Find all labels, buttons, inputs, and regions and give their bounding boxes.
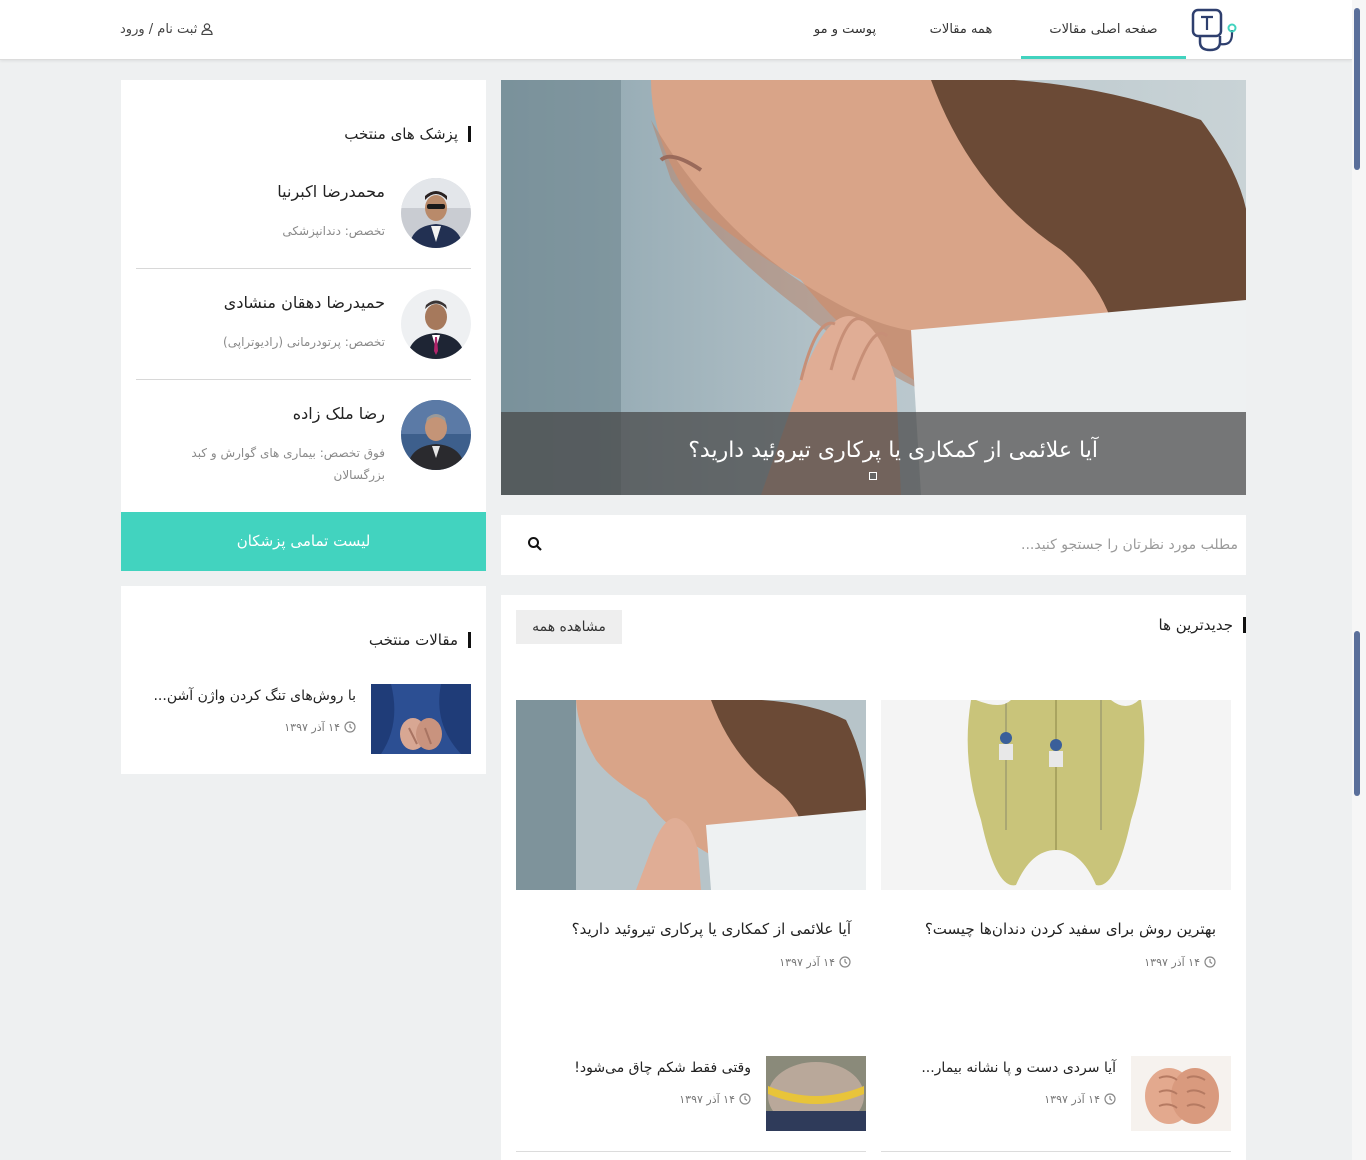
clock-icon	[739, 1093, 751, 1105]
featured-article-title[interactable]: با روش‌های تنگ کردن واژن آشن...	[153, 688, 356, 704]
user-icon	[201, 23, 213, 36]
stethoscope-logo-icon[interactable]	[1188, 6, 1240, 54]
all-doctors-button[interactable]: لیست تمامی پزشکان	[121, 512, 486, 571]
see-all-button[interactable]: مشاهده همه	[516, 610, 622, 644]
divider	[136, 379, 471, 380]
latest-title: جدیدترین ها	[1159, 617, 1246, 633]
doctor-item[interactable]: حمیدرضا دهقان منشادی تخصص: پرتودرمانی (ر…	[136, 289, 471, 359]
article-date: ۱۴ آذر ۱۳۹۷	[779, 956, 851, 969]
doctor-name[interactable]: محمدرضا اکبرنیا	[277, 182, 385, 201]
article-title[interactable]: بهترین روش برای سفید کردن دندان‌ها چیست؟	[925, 920, 1216, 938]
article-thumbnail[interactable]	[516, 700, 866, 890]
search-bar: مطلب مورد نظرتان را جستجو کنید...	[501, 515, 1246, 575]
article-title[interactable]: آیا علائمی از کمکاری یا پرکاری تیروئید د…	[572, 920, 851, 938]
doctor-specialty: فوق تخصص: بیماری های گوارش و کبد بزرگسال…	[191, 446, 385, 482]
doctor-avatar	[401, 289, 471, 359]
article-date: ۱۴ آذر ۱۳۹۷	[1044, 1093, 1116, 1106]
clock-icon	[1204, 956, 1216, 968]
article-title[interactable]: وقتی فقط شکم چاق می‌شود!	[574, 1060, 751, 1076]
divider	[881, 1151, 1231, 1152]
article-thumbnail[interactable]	[881, 700, 1231, 890]
clock-icon	[839, 956, 851, 968]
doctor-specialty: تخصص: پرتودرمانی (رادیوتراپی)	[223, 335, 385, 349]
featured-title: مقالات منتخب	[369, 632, 471, 648]
doctors-title: پزشک های منتخب	[344, 126, 471, 142]
scrollbar-thumb[interactable]	[1354, 8, 1360, 170]
article-date: ۱۴ آذر ۱۳۹۷	[679, 1093, 751, 1106]
hero-caption: آیا علائمی از کمکاری یا پرکاری تیروئید د…	[501, 412, 1246, 495]
divider	[516, 1151, 866, 1152]
doctor-avatar	[401, 400, 471, 470]
search-input[interactable]: مطلب مورد نظرتان را جستجو کنید...	[1021, 515, 1238, 575]
featured-article-date: ۱۴ آذر ۱۳۹۷	[284, 721, 356, 734]
top-navbar: صفحه اصلی مقالات همه مقالات پوست و مو ثب…	[0, 0, 1352, 60]
scrollbar-thumb-secondary[interactable]	[1354, 631, 1360, 796]
hero-title[interactable]: آیا علائمی از کمکاری یا پرکاری تیروئید د…	[688, 438, 1098, 463]
article-thumbnail-small[interactable]	[766, 1056, 866, 1131]
doctor-avatar	[401, 178, 471, 248]
doctor-name[interactable]: رضا ملک زاده	[293, 404, 385, 423]
doctor-item[interactable]: محمدرضا اکبرنیا تخصص: دندانپزشکی	[136, 178, 471, 248]
login-register-link[interactable]: ثبت نام / ورود	[120, 0, 213, 59]
clock-icon	[344, 721, 356, 733]
search-icon[interactable]	[527, 536, 543, 552]
clock-icon	[1104, 1093, 1116, 1105]
hero-slider[interactable]: آیا علائمی از کمکاری یا پرکاری تیروئید د…	[501, 80, 1246, 495]
doctor-name[interactable]: حمیدرضا دهقان منشادی	[224, 293, 385, 312]
auth-label: ثبت نام / ورود	[120, 22, 198, 37]
nav-home[interactable]: صفحه اصلی مقالات	[1021, 0, 1186, 59]
nav-skin-hair[interactable]: پوست و مو	[790, 0, 900, 59]
featured-article-thumbnail[interactable]	[371, 684, 471, 754]
article-title[interactable]: آیا سردی دست و پا نشانه بیمار...	[921, 1060, 1116, 1076]
scrollbar-track[interactable]	[1352, 0, 1366, 1160]
nav-all-articles[interactable]: همه مقالات	[906, 0, 1016, 59]
article-date: ۱۴ آذر ۱۳۹۷	[1144, 956, 1216, 969]
doctor-item[interactable]: رضا ملک زاده فوق تخصص: بیماری های گوارش …	[136, 400, 471, 500]
doctor-specialty: تخصص: دندانپزشکی	[282, 224, 385, 238]
slider-dot[interactable]	[869, 472, 877, 480]
divider	[136, 268, 471, 269]
article-thumbnail-small[interactable]	[1131, 1056, 1231, 1131]
